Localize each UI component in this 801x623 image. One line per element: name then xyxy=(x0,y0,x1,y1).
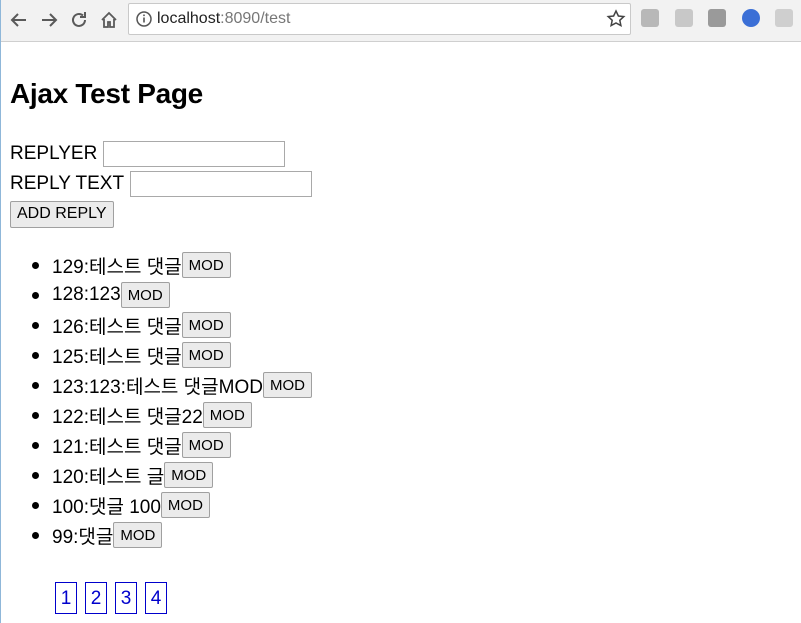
mod-button[interactable]: MOD xyxy=(164,462,214,488)
home-icon[interactable] xyxy=(95,6,123,34)
back-icon[interactable] xyxy=(5,6,33,34)
reply-item: 121:테스트 댓글 MOD xyxy=(32,430,312,460)
reply-list: 129:테스트 댓글 MOD 128:123 MOD 126:테스트 댓글 MOD 125:… xyxy=(10,250,312,550)
reply-text: 126:테스트 댓글 xyxy=(52,316,182,338)
reply-text: 100:댓글 100 xyxy=(52,496,161,518)
reply-item: 126:테스트 댓글 MOD xyxy=(32,310,312,340)
extension-i-icon[interactable] xyxy=(708,9,726,27)
reply-text: 120:테스트 글 xyxy=(52,466,165,488)
mod-button[interactable]: MOD xyxy=(120,282,170,308)
reply-text: 125:테스트 댓글 xyxy=(52,346,182,368)
reply-item: 100:댓글 100 MOD xyxy=(32,490,312,520)
reply-item: 129:테스트 댓글 MOD xyxy=(32,250,312,280)
reply-item: 128:123 MOD xyxy=(32,280,312,310)
address-bar[interactable]: localhost:8090/test xyxy=(128,3,631,35)
reply-text: 123:123:테스트 댓글MOD xyxy=(52,376,263,398)
replyer-label: REPLYER xyxy=(10,143,98,164)
extension-ex-icon[interactable] xyxy=(641,9,659,27)
mod-button[interactable]: MOD xyxy=(181,252,231,278)
reply-item: 125:테스트 댓글 MOD xyxy=(32,340,312,370)
reply-text: 121:테스트 댓글 xyxy=(52,436,182,458)
extension-window-icon[interactable] xyxy=(775,9,793,27)
add-reply-row: ADD REPLY xyxy=(10,200,114,228)
mod-button[interactable]: MOD xyxy=(202,402,252,428)
bookmark-star-icon[interactable] xyxy=(606,9,626,29)
reply-item: 122:테스트 댓글22 MOD xyxy=(32,400,312,430)
forward-icon[interactable] xyxy=(35,6,63,34)
info-icon[interactable] xyxy=(135,10,153,28)
url-text: localhost:8090/test xyxy=(157,10,291,27)
page-link-4[interactable]: 4 xyxy=(145,582,167,614)
reply-item: 120:테스트 글 MOD xyxy=(32,460,312,490)
page-link-3[interactable]: 3 xyxy=(115,582,137,614)
pagination: 1234 xyxy=(55,582,167,614)
reload-icon[interactable] xyxy=(65,6,93,34)
reply-item: 99:댓글 MOD xyxy=(32,520,312,550)
mod-button[interactable]: MOD xyxy=(181,342,231,368)
browser-toolbar: localhost:8090/test xyxy=(1,0,801,42)
mod-button[interactable]: MOD xyxy=(262,372,312,398)
mod-button[interactable]: MOD xyxy=(113,522,163,548)
replyer-row: REPLYER xyxy=(10,140,286,168)
mod-button[interactable]: MOD xyxy=(181,312,231,338)
page-link-1[interactable]: 1 xyxy=(55,582,77,614)
extension-pdf-icon[interactable] xyxy=(675,9,693,27)
add-reply-button[interactable]: ADD REPLY xyxy=(10,200,114,228)
reply-text-input[interactable] xyxy=(130,171,313,197)
reply-item: 123:123:테스트 댓글MOD MOD xyxy=(32,370,312,400)
page-title: Ajax Test Page xyxy=(10,78,203,109)
reply-text: 128:123 xyxy=(52,284,121,305)
reply-text-label: REPLY TEXT xyxy=(10,173,125,194)
reply-text: 99:댓글 xyxy=(52,526,114,548)
replyer-input[interactable] xyxy=(103,141,286,167)
extension-r-icon[interactable] xyxy=(742,9,760,27)
mod-button[interactable]: MOD xyxy=(160,492,210,518)
reply-text-row: REPLY TEXT xyxy=(10,170,313,198)
reply-text: 129:테스트 댓글 xyxy=(52,256,182,278)
reply-text: 122:테스트 댓글22 xyxy=(52,406,203,428)
mod-button[interactable]: MOD xyxy=(181,432,231,458)
page-link-2[interactable]: 2 xyxy=(85,582,107,614)
